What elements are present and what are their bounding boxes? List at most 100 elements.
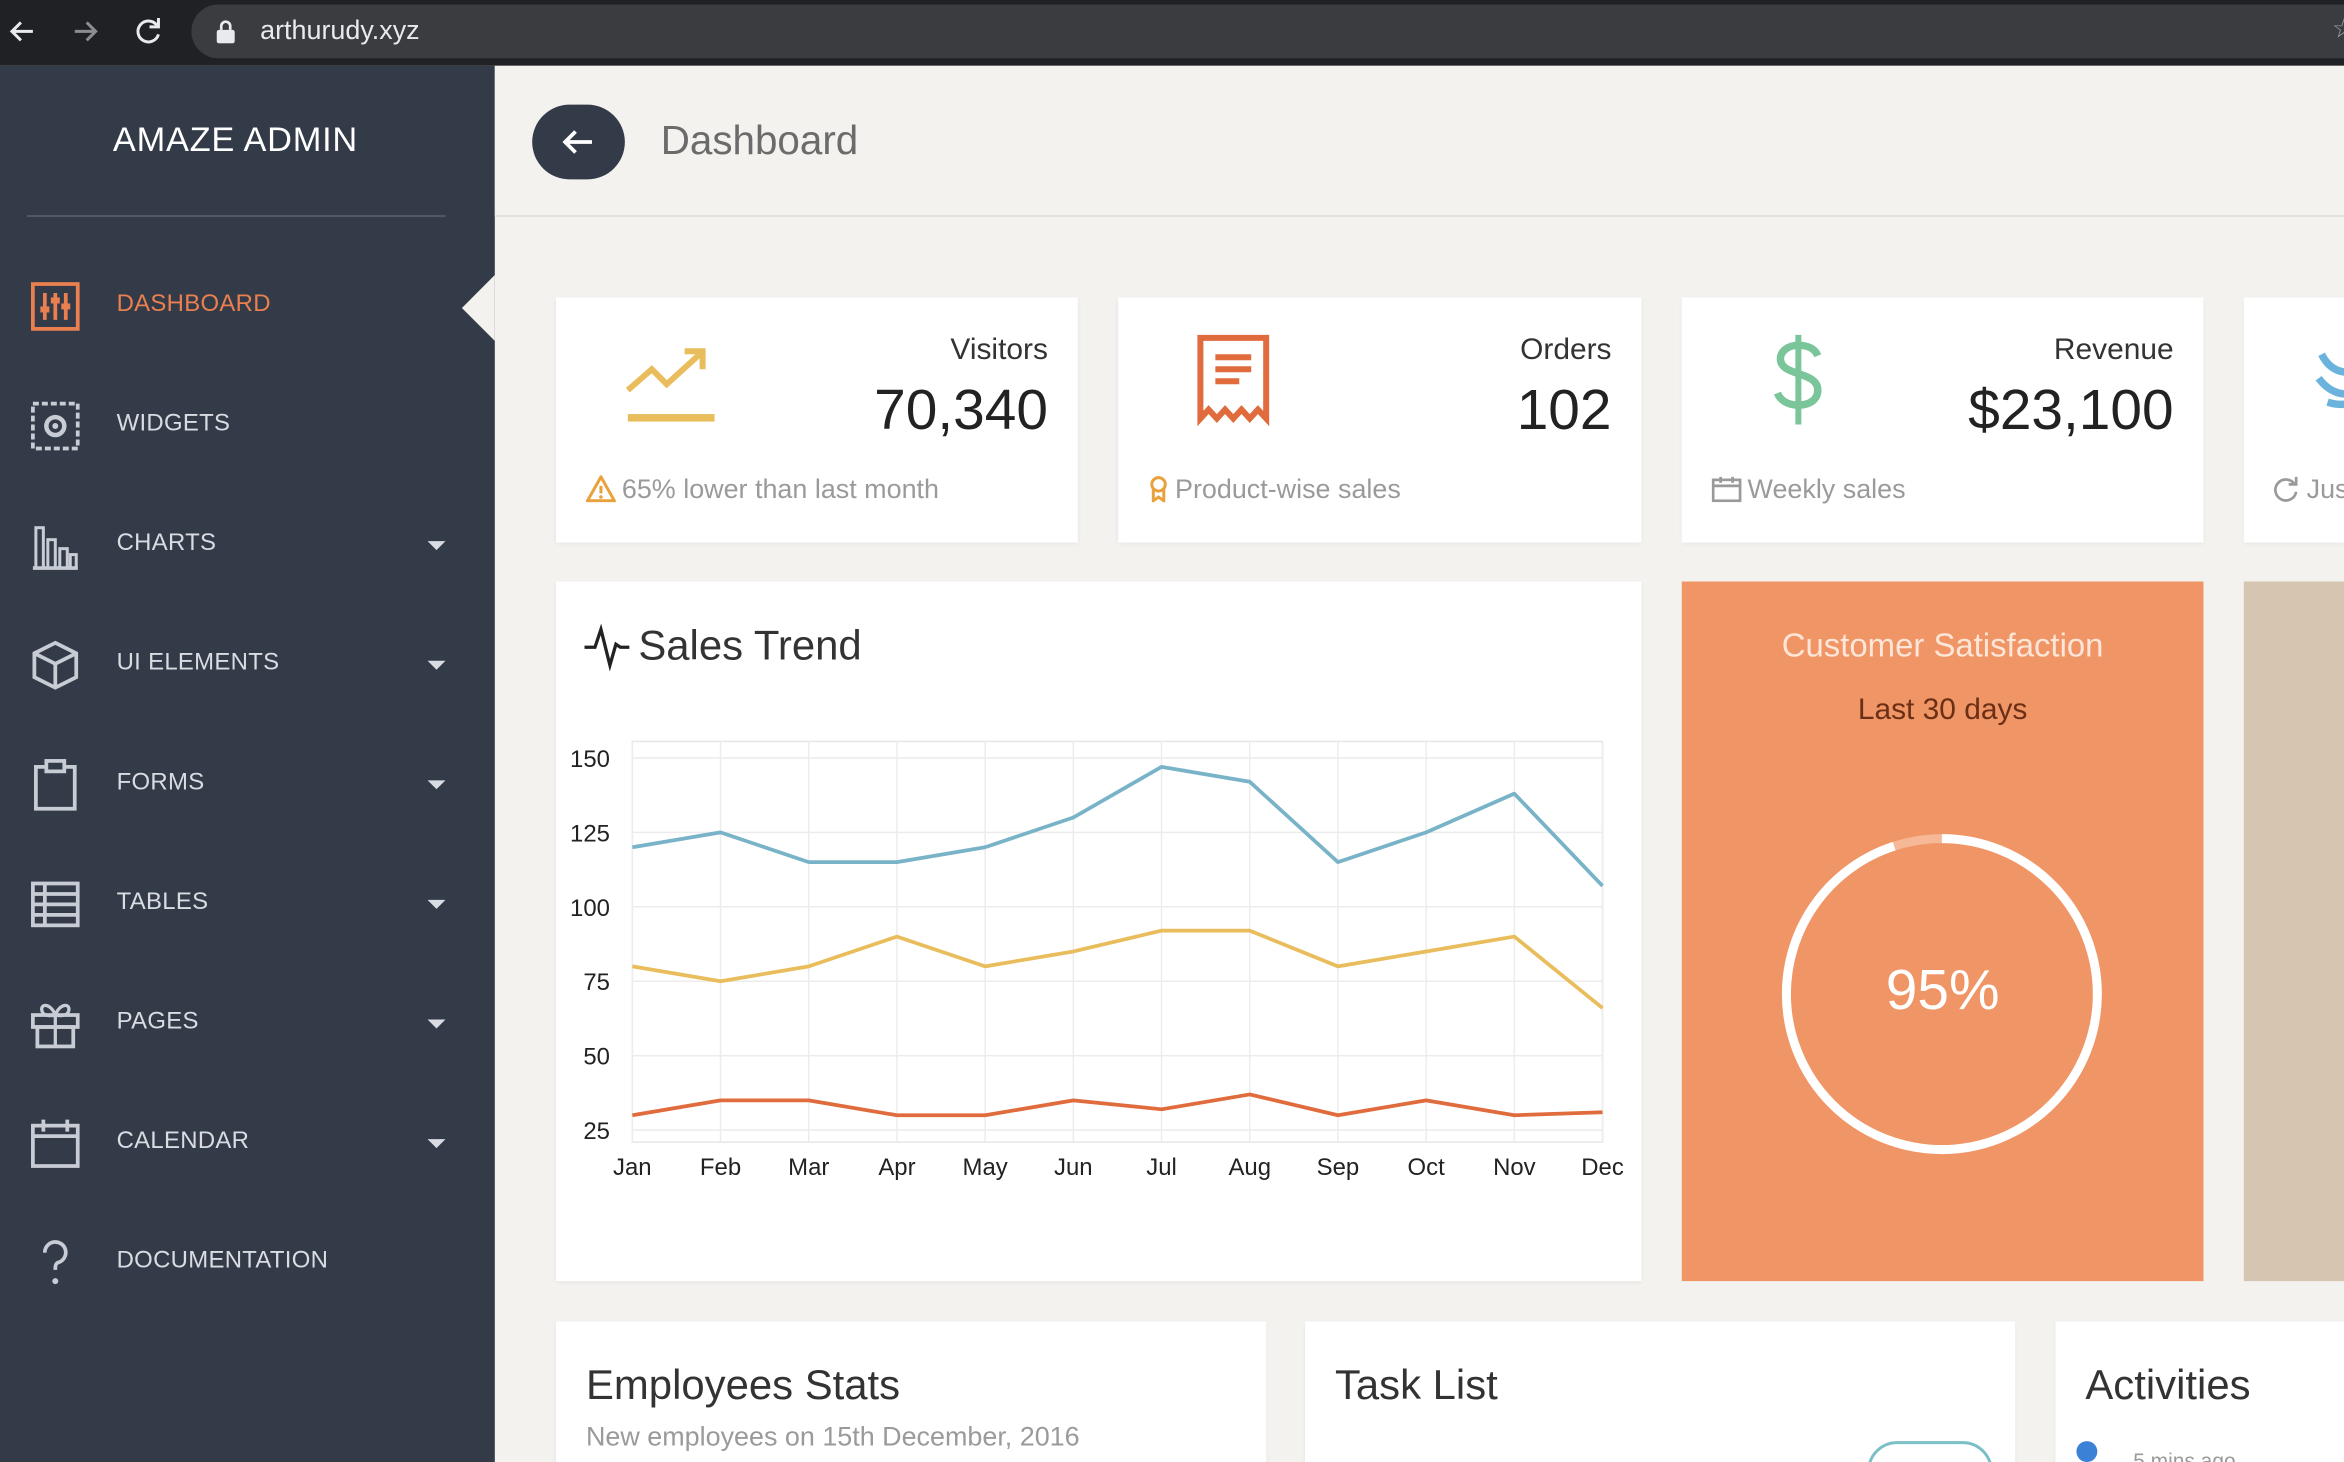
stat-footer-text: Product-wise sales — [1174, 473, 1401, 504]
bookmark-star-icon[interactable]: ☆ — [2332, 13, 2344, 44]
sidebar-item-label: PAGES — [116, 1009, 199, 1035]
address-bar[interactable]: arthurudy.xyz ☆ — [191, 4, 2344, 59]
url-text: arthurudy.xyz — [260, 14, 420, 45]
sidebar-item-widgets[interactable]: WIDGETS — [0, 381, 495, 471]
sidebar-item-tables[interactable]: TABLES — [0, 860, 495, 950]
table-icon — [28, 878, 82, 932]
satisfaction-ring — [1781, 834, 2102, 1155]
x-tick-label: Aug — [1228, 1154, 1271, 1181]
activity-time: 5 mins ago — [2133, 1448, 2236, 1462]
browser-back-icon[interactable] — [0, 9, 45, 54]
x-tick-label: Nov — [1493, 1154, 1536, 1181]
bookmark-icon — [1150, 476, 1167, 503]
stat-footer: Weekly sales — [1711, 473, 1906, 505]
stat-footer-text: Jus — [2306, 473, 2344, 504]
active-item-pointer — [461, 275, 495, 341]
cube-icon — [28, 638, 82, 692]
chevron-down-icon — [427, 780, 446, 790]
sidebar-item-forms[interactable]: FORMS — [0, 740, 495, 830]
orders-stat-card: Orders 102 Product-wise sales — [1118, 297, 1642, 543]
dashboard-sliders-icon — [28, 280, 82, 334]
x-tick-label: Mar — [788, 1154, 829, 1181]
dollar-icon — [1768, 330, 1828, 436]
app-root: arthurudy.xyz ☆ AMAZE ADMIN DASHBOARD WI… — [0, 0, 2344, 1462]
brand-divider — [26, 215, 446, 217]
employees-stats-title: Employees Stats — [586, 1361, 901, 1409]
sales-trend-card: Sales Trend 150 125 100 75 50 25 Jan Feb Mar Apr M… — [556, 581, 1642, 1282]
x-tick-label: Apr — [878, 1154, 915, 1181]
sidebar: AMAZE ADMIN DASHBOARD WIDGETS CHARTS UI … — [0, 65, 495, 1462]
trending-up-icon — [622, 336, 718, 433]
stat-label: Orders — [1520, 333, 1612, 367]
calendar-small-icon — [1711, 476, 1742, 503]
sales-trend-chart: 150 125 100 75 50 25Jan Feb Mar Apr May Jun Jul Aug S… — [570, 740, 1624, 1181]
y-tick-label: 25 — [583, 1118, 610, 1145]
task-add-button[interactable] — [1867, 1441, 1993, 1462]
partial-stat-card: Jus — [2243, 297, 2344, 543]
y-tick-label: 100 — [570, 895, 610, 922]
sidebar-item-pages[interactable]: PAGES — [0, 979, 495, 1069]
warning-icon — [586, 475, 616, 503]
sidebar-item-label: CHARTS — [116, 530, 217, 557]
chevron-down-icon — [427, 660, 446, 670]
stat-label: Revenue — [2053, 333, 2174, 367]
sidebar-item-label: TABLES — [116, 889, 209, 915]
sidebar-item-charts[interactable]: CHARTS — [0, 501, 495, 591]
stat-footer: 65% lower than last month — [586, 474, 939, 505]
activity-dot — [2076, 1441, 2098, 1462]
sidebar-item-label: UI ELEMENTS — [116, 650, 280, 676]
partial-right-card — [2243, 581, 2344, 1282]
task-list-card: Task List — [1305, 1321, 2016, 1462]
x-tick-label: Sep — [1317, 1154, 1360, 1181]
revenue-stat-card: Revenue $23,100 Weekly sales — [1681, 297, 2204, 543]
x-tick-label: Jan — [613, 1154, 652, 1181]
sidebar-item-calendar[interactable]: CALENDAR — [0, 1099, 495, 1189]
calendar-icon — [28, 1117, 82, 1171]
sidebar-item-dashboard[interactable]: DASHBOARD — [0, 262, 495, 352]
receipt-icon — [1196, 333, 1271, 436]
y-tick-label: 75 — [583, 969, 610, 996]
twitter-bird-icon — [2313, 342, 2344, 424]
stat-label: Visitors — [950, 333, 1048, 367]
sidebar-item-ui-elements[interactable]: UI ELEMENTS — [0, 620, 495, 710]
lock-icon — [216, 20, 235, 44]
chevron-down-icon — [427, 1139, 446, 1149]
activities-card: Activities 5 mins ago — [2055, 1321, 2344, 1462]
employees-stats-subtitle: New employees on 15th December, 2016 — [586, 1421, 1080, 1452]
x-tick-label: Dec — [1581, 1154, 1624, 1181]
sidebar-item-documentation[interactable]: DOCUMENTATION — [0, 1218, 495, 1308]
refresh-icon — [2274, 476, 2298, 502]
page-header: Dashboard — [494, 65, 2344, 217]
page-title: Dashboard — [660, 118, 859, 163]
y-tick-label: 150 — [570, 746, 610, 773]
satisfaction-value: 95% — [1885, 959, 2000, 1023]
series-line-3 — [632, 1092, 1603, 1118]
activities-title: Activities — [2085, 1361, 2251, 1409]
browser-reload-icon[interactable] — [126, 9, 171, 54]
gift-icon — [28, 997, 82, 1051]
chevron-down-icon — [427, 1019, 446, 1029]
chevron-down-icon — [427, 899, 446, 909]
browser-forward-icon[interactable] — [63, 9, 108, 54]
question-mark-icon — [28, 1236, 82, 1290]
bar-chart-icon — [28, 519, 82, 573]
sidebar-item-label: CALENDAR — [116, 1128, 250, 1155]
widget-gear-icon — [28, 399, 82, 453]
visitors-stat-card: Visitors 70,340 65% lower than last mont… — [556, 297, 1078, 543]
task-list-title: Task List — [1334, 1361, 1498, 1409]
stat-value: 102 — [1516, 379, 1612, 443]
y-tick-label: 50 — [583, 1044, 610, 1071]
back-button[interactable] — [532, 104, 625, 180]
x-tick-label: Jun — [1054, 1154, 1093, 1181]
x-tick-label: Feb — [700, 1154, 741, 1181]
stat-footer: Jus — [2271, 474, 2344, 505]
y-tick-label: 125 — [570, 820, 610, 847]
employees-stats-card: Employees Stats New employees on 15th De… — [556, 1321, 1267, 1462]
brand-logo-text: AMAZE ADMIN — [112, 119, 359, 159]
stat-footer-text: 65% lower than last month — [621, 473, 939, 504]
sidebar-item-label: WIDGETS — [116, 411, 231, 437]
series-line-2 — [632, 928, 1604, 1010]
x-tick-label: Oct — [1408, 1154, 1446, 1181]
stat-footer-text: Weekly sales — [1747, 473, 1906, 504]
sidebar-item-label: DOCUMENTATION — [116, 1248, 329, 1274]
